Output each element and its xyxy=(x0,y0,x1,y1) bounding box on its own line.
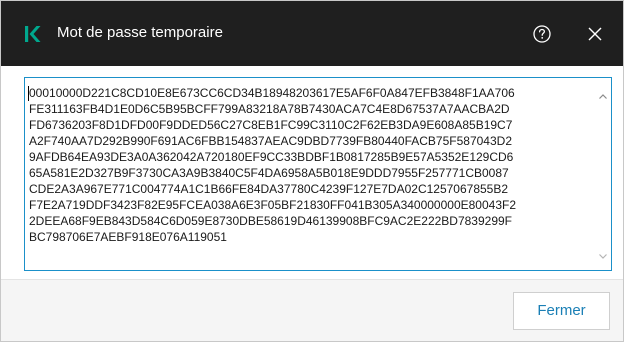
password-line: BC798706E7AEBF918E076A119051 xyxy=(29,230,227,244)
dialog-content: 00010000D221C8CD10E8E673CC6CD34B18948203… xyxy=(1,66,623,279)
password-line: 9AFDB64EA93DE3A0A362042A720180EF9CC33BDB… xyxy=(29,150,514,164)
dialog-title: Mot de passe temporaire xyxy=(57,24,223,41)
help-icon[interactable] xyxy=(532,24,552,44)
password-line: F7E2A719DDF3423F82E95FCEA038A6E3F05BF218… xyxy=(29,198,517,212)
temporary-password-dialog: Mot de passe temporaire 00010000D221C8CD… xyxy=(0,0,624,342)
password-text[interactable]: 00010000D221C8CD10E8E673CC6CD34B18948203… xyxy=(29,85,595,245)
password-line: 00010000D221C8CD10E8E673CC6CD34B18948203… xyxy=(29,86,515,100)
scroll-down-chevron-icon[interactable] xyxy=(598,251,608,261)
close-button[interactable]: Fermer xyxy=(513,292,610,330)
password-line: CDE2A3A967E771C004774A1C1B66FE84DA37780C… xyxy=(29,182,509,196)
password-line: A2F740AA7D292B990F691AC6FBB154837AEAC9DB… xyxy=(29,134,512,148)
password-line: 65A581E2D327B9F3730CA3A9B3840C5F4DA6958A… xyxy=(29,166,509,180)
password-line: FD6736203F8D1DFD00F9DDED56C27C8EB1FC99C3… xyxy=(29,118,513,132)
kaspersky-logo-icon xyxy=(25,26,41,42)
password-line: FE311163FB4D1E0D6C5B95BCFF799A83218A78B7… xyxy=(29,102,510,116)
scroll-up-chevron-icon[interactable] xyxy=(598,92,608,102)
password-line: 2DEEA68F9EB843D584C6D059E8730DBE58619D46… xyxy=(29,214,513,228)
title-bar: Mot de passe temporaire xyxy=(1,1,623,66)
close-icon[interactable] xyxy=(586,25,604,43)
dialog-footer: Fermer xyxy=(1,279,623,341)
vertical-scrollbar[interactable] xyxy=(596,79,610,269)
password-textarea[interactable]: 00010000D221C8CD10E8E673CC6CD34B18948203… xyxy=(24,77,612,271)
